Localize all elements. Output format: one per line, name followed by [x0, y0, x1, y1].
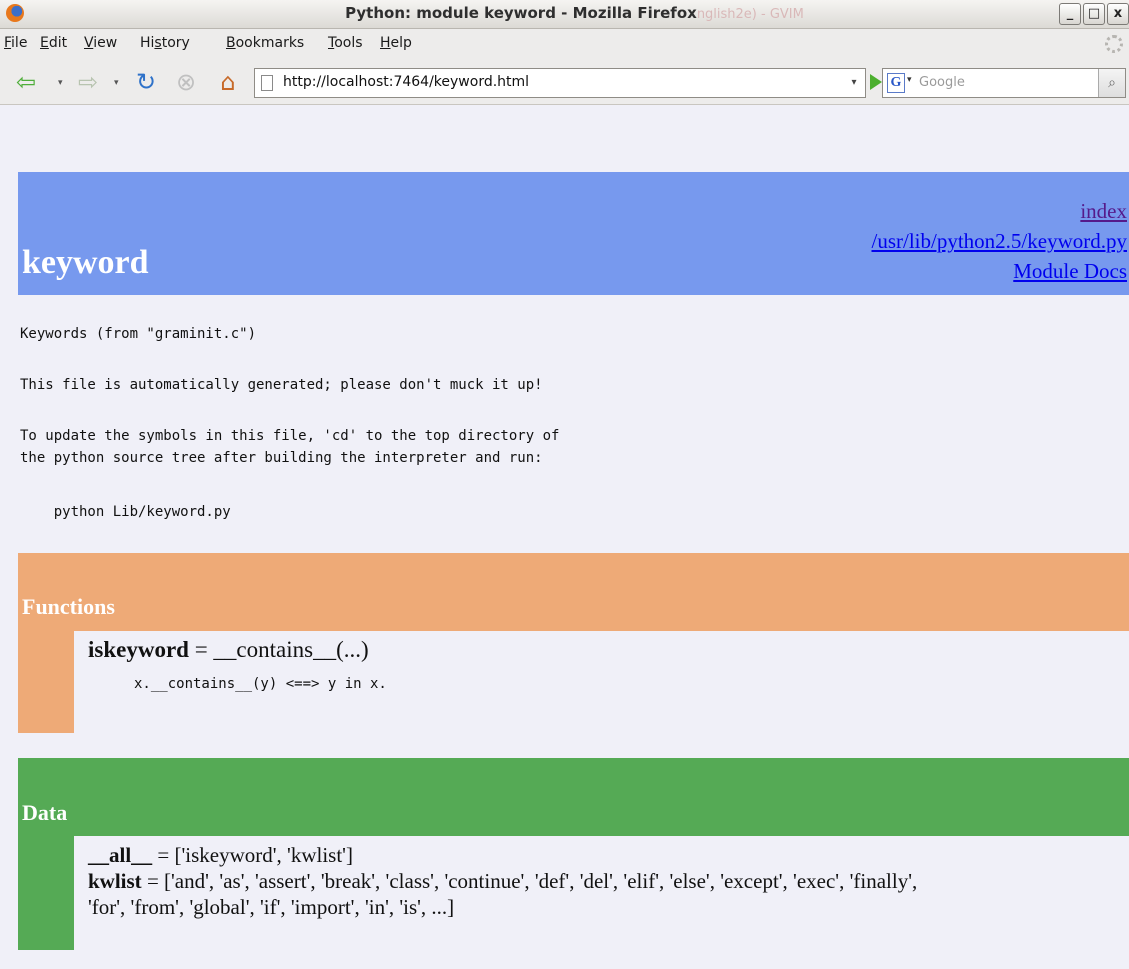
home-icon[interactable]: ⌂	[214, 68, 242, 96]
doc-line-5: python Lib/keyword.py	[20, 504, 231, 520]
data-all-name: __all__	[88, 843, 153, 867]
data-title: Data	[22, 800, 68, 825]
data-kwlist-continued: 'for', 'from', 'global', 'if', 'import',…	[88, 895, 455, 919]
menu-file[interactable]: File	[4, 35, 27, 51]
menu-tools-label: ools	[334, 35, 363, 51]
search-box[interactable]: G ▾ Google ⌕	[882, 68, 1126, 98]
navigation-toolbar: ⇦ ▾ ⇨ ▾ ↻ ⊗ ⌂ http://localhost:7464/keyw…	[0, 60, 1129, 105]
back-history-dropdown-icon[interactable]: ▾	[58, 78, 63, 88]
source-file-link[interactable]: /usr/lib/python2.5/keyword.py	[872, 229, 1128, 253]
function-name: iskeyword	[88, 637, 189, 662]
back-arrow-icon[interactable]: ⇦	[12, 68, 40, 96]
menu-history-label: tory	[161, 35, 190, 51]
close-button[interactable]: x	[1107, 3, 1129, 25]
menu-history-pre: Hi	[140, 35, 155, 51]
stop-icon[interactable]: ⊗	[172, 68, 200, 96]
search-engine-dropdown-icon[interactable]: ▾	[907, 75, 912, 85]
title-bar: Python: module keyword - Mozilla Firefox…	[0, 0, 1129, 29]
doc-line-4: the python source tree after building th…	[20, 450, 543, 466]
doc-line-1: Keywords (from "graminit.c")	[20, 326, 257, 342]
doc-line-3: To update the symbols in this file, 'cd'…	[20, 428, 560, 444]
menu-bookmarks-label: ookmarks	[235, 35, 305, 51]
page-content: keyword index /usr/lib/python2.5/keyword…	[0, 105, 1129, 969]
menu-view-accel: V	[84, 35, 94, 51]
function-signature: = __contains__(...)	[188, 637, 369, 662]
window-title: Python: module keyword - Mozilla Firefox…	[0, 4, 1129, 22]
menu-view[interactable]: View	[84, 35, 117, 51]
page-icon	[261, 75, 273, 91]
window-title-text: Python: module keyword - Mozilla Firefox	[345, 4, 697, 22]
url-history-dropdown-icon[interactable]: ▾	[845, 71, 863, 95]
menu-history-accel: s	[154, 35, 162, 51]
menu-help[interactable]: Help	[380, 35, 412, 51]
menu-tools[interactable]: Tools	[328, 35, 363, 51]
menu-view-label: iew	[93, 35, 118, 51]
function-iskeyword: iskeyword = __contains__(...)	[88, 637, 369, 663]
maximize-button[interactable]: □	[1083, 3, 1105, 25]
menu-edit-accel: E	[40, 35, 49, 51]
menu-bookmarks-accel: B	[226, 35, 236, 51]
data-kwlist: kwlist = ['and', 'as', 'assert', 'break'…	[88, 869, 917, 894]
data-kwlist-name: kwlist	[88, 869, 142, 893]
functions-title: Functions	[22, 594, 115, 619]
index-link[interactable]: index	[1080, 199, 1127, 223]
menu-file-accel: F	[4, 35, 12, 51]
data-kwlist-value: = ['and', 'as', 'assert', 'break', 'clas…	[141, 869, 918, 893]
url-text[interactable]: http://localhost:7464/keyword.html	[283, 74, 529, 90]
browser-window: Python: module keyword - Mozilla Firefox…	[0, 0, 1129, 969]
menu-history[interactable]: History	[140, 35, 190, 51]
go-arrow-icon[interactable]	[870, 74, 882, 90]
forward-arrow-icon[interactable]: ⇨	[74, 68, 102, 96]
module-docs-link[interactable]: Module Docs	[1013, 259, 1127, 283]
search-magnifier-icon[interactable]: ⌕	[1098, 69, 1125, 97]
throbber-icon	[1105, 35, 1123, 53]
google-engine-icon[interactable]: G	[887, 73, 905, 93]
menu-bar: File Edit View History Bookmarks Tools H…	[0, 29, 1129, 59]
module-heading-band: keyword index /usr/lib/python2.5/keyword…	[18, 172, 1129, 295]
function-doc: x.__contains__(y) <==> y in x.	[134, 676, 387, 692]
search-placeholder[interactable]: Google	[919, 75, 965, 90]
menu-edit-label: dit	[48, 35, 68, 51]
doc-line-2: This file is automatically generated; pl…	[20, 377, 543, 393]
menu-file-label: ile	[11, 35, 28, 51]
menu-help-label: elp	[390, 35, 412, 51]
data-all-value: = ['iskeyword', 'kwlist']	[152, 843, 353, 867]
background-window-title: nglish2e) - GVIM	[696, 7, 804, 22]
menu-help-accel: H	[380, 35, 391, 51]
minimize-button[interactable]: _	[1059, 3, 1081, 25]
module-title: keyword	[22, 244, 149, 281]
url-bar[interactable]: http://localhost:7464/keyword.html ▾	[254, 68, 866, 98]
menu-edit[interactable]: Edit	[40, 35, 67, 51]
reload-icon[interactable]: ↻	[132, 68, 160, 96]
forward-history-dropdown-icon[interactable]: ▾	[114, 78, 119, 88]
menu-bookmarks[interactable]: Bookmarks	[226, 35, 304, 51]
heading-links: index /usr/lib/python2.5/keyword.py Modu…	[872, 196, 1128, 286]
data-all: __all__ = ['iskeyword', 'kwlist']	[88, 843, 353, 868]
